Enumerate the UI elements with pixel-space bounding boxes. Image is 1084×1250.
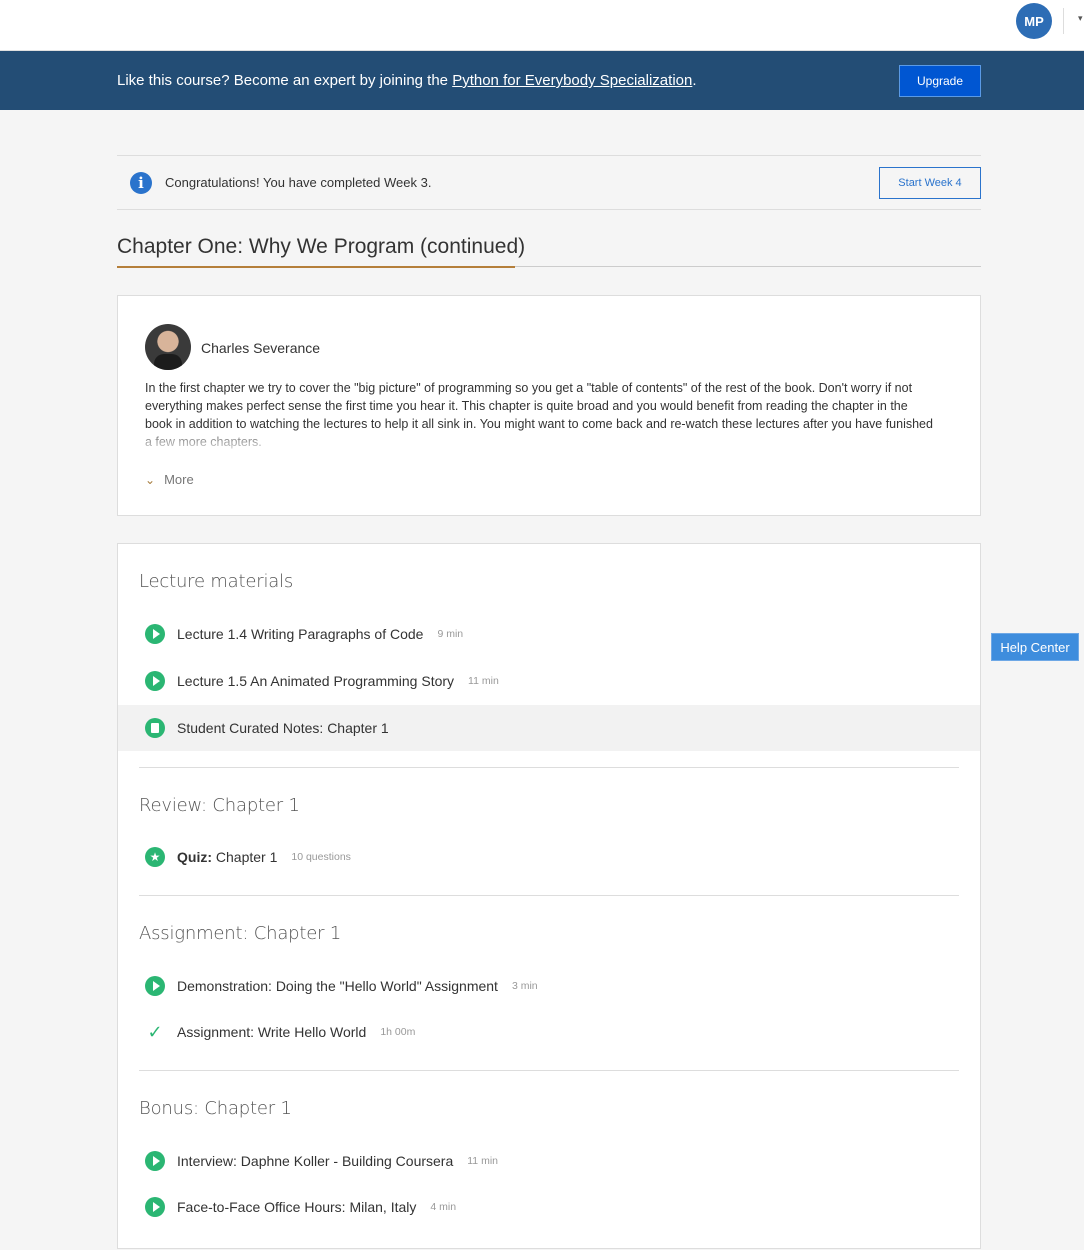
help-center-button[interactable]: Help Center xyxy=(991,633,1079,661)
start-week-button[interactable]: Start Week 4 xyxy=(879,167,981,199)
star-icon: ★ xyxy=(145,847,165,867)
play-icon xyxy=(145,1151,165,1171)
item-duration: 1h 00m xyxy=(380,1026,416,1038)
list-item[interactable]: ★ Quiz: Chapter 1 10 questions xyxy=(118,834,980,880)
chevron-down-icon: ⌄ xyxy=(145,472,156,487)
more-toggle[interactable]: ⌄ More xyxy=(145,472,194,487)
item-title: Chapter 1 xyxy=(212,849,278,865)
completion-notice: i Congratulations! You have completed We… xyxy=(117,155,981,210)
section-title: Bonus: Chapter 1 xyxy=(139,1098,292,1119)
info-icon: i xyxy=(130,172,152,194)
list-item[interactable]: ✓ Assignment: Write Hello World 1h 00m xyxy=(118,1009,980,1055)
item-label: Face-to-Face Office Hours: Milan, Italy xyxy=(177,1199,417,1215)
list-item[interactable]: Interview: Daphne Koller - Building Cour… xyxy=(118,1138,980,1184)
item-duration: 3 min xyxy=(511,980,538,992)
play-icon xyxy=(145,624,165,644)
banner-message-suffix: . xyxy=(692,72,697,89)
specialization-banner: Like this course? Become an expert by jo… xyxy=(0,51,1084,110)
list-item[interactable]: Lecture 1.4 Writing Paragraphs of Code 9… xyxy=(118,611,980,657)
item-label: Lecture 1.4 Writing Paragraphs of Code xyxy=(177,626,424,642)
item-label: Interview: Daphne Koller - Building Cour… xyxy=(177,1153,454,1169)
item-duration: 4 min xyxy=(430,1201,457,1213)
chevron-down-icon[interactable]: ▾ xyxy=(1078,13,1083,24)
list-item[interactable]: Student Curated Notes: Chapter 1 xyxy=(118,705,980,751)
checkmark-icon: ✓ xyxy=(147,1021,163,1042)
item-label: Student Curated Notes: Chapter 1 xyxy=(177,720,389,736)
section-title: Review: Chapter 1 xyxy=(139,795,300,816)
navbar-divider xyxy=(1063,8,1064,34)
item-duration: 11 min xyxy=(468,675,499,687)
more-label: More xyxy=(164,472,194,487)
list-item[interactable]: Face-to-Face Office Hours: Milan, Italy … xyxy=(118,1184,980,1230)
list-item[interactable]: Lecture 1.5 An Animated Programming Stor… xyxy=(118,658,980,704)
item-label: Assignment: Write Hello World xyxy=(177,1024,367,1040)
item-question-count: 10 questions xyxy=(291,851,351,863)
list-item[interactable]: Demonstration: Doing the "Hello World" A… xyxy=(118,963,980,1009)
item-type-prefix: Quiz: xyxy=(177,849,212,865)
specialization-link[interactable]: Python for Everybody Specialization xyxy=(452,72,692,89)
upgrade-button[interactable]: Upgrade xyxy=(899,65,981,97)
page-title: Chapter One: Why We Program (continued) xyxy=(117,235,526,258)
item-label: Quiz: Chapter 1 xyxy=(177,849,277,865)
section-divider xyxy=(139,1070,959,1071)
section-divider xyxy=(139,767,959,768)
banner-message: Like this course? Become an expert by jo… xyxy=(117,72,697,89)
title-accent-line xyxy=(117,266,515,268)
play-icon xyxy=(145,671,165,691)
author-name: Charles Severance xyxy=(201,340,321,356)
item-label: Lecture 1.5 An Animated Programming Stor… xyxy=(177,673,455,689)
description-fade xyxy=(145,434,935,452)
section-title: Assignment: Chapter 1 xyxy=(139,923,342,944)
document-icon xyxy=(145,718,165,738)
item-label: Demonstration: Doing the "Hello World" A… xyxy=(177,978,498,994)
completion-message: Congratulations! You have completed Week… xyxy=(165,175,432,190)
author-avatar xyxy=(145,324,191,370)
description-card: Charles Severance In the first chapter w… xyxy=(117,295,981,516)
item-duration: 9 min xyxy=(437,628,464,640)
section-title: Lecture materials xyxy=(139,571,294,592)
play-icon xyxy=(145,976,165,996)
play-icon xyxy=(145,1197,165,1217)
top-navbar: MP ▾ xyxy=(0,0,1084,51)
user-avatar[interactable]: MP xyxy=(1016,3,1052,39)
banner-message-prefix: Like this course? Become an expert by jo… xyxy=(117,72,453,89)
item-duration: 11 min xyxy=(467,1155,498,1167)
materials-card: Lecture materials Lecture 1.4 Writing Pa… xyxy=(117,543,981,1249)
section-divider xyxy=(139,895,959,896)
